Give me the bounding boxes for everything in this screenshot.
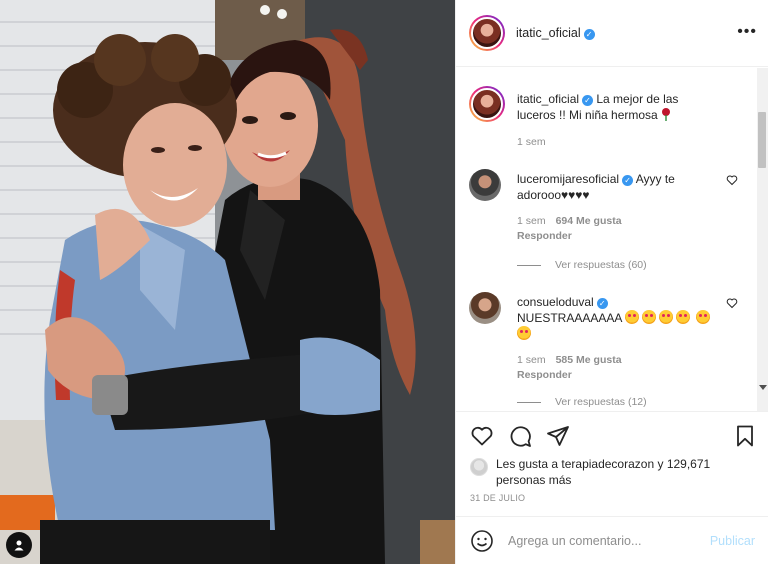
comment-meta: 1 sem 585 Me gusta [517, 354, 632, 367]
caption-time: 1 sem [517, 136, 546, 148]
view-replies-label: Ver respuestas (60) [555, 259, 647, 271]
star-struck-emoji-icon [659, 310, 674, 324]
post-header: itatic_oficial ✓ ••• [456, 0, 768, 67]
view-replies-button[interactable]: Ver respuestas (12) [517, 396, 647, 408]
scroll-down-arrow-icon[interactable] [759, 385, 767, 390]
comment-likes[interactable]: 694 Me gusta [556, 215, 622, 227]
share-icon[interactable] [546, 424, 570, 448]
comment-username[interactable]: luceromijaresoficial [517, 172, 619, 186]
commenter-avatar[interactable] [469, 169, 501, 201]
comment-item: luceromijaresoficial ✓ Ayyy te adorooo♥♥♥… [469, 169, 754, 279]
comment-meta: 1 sem 694 Me gusta [517, 215, 632, 228]
scrollbar-thumb[interactable] [758, 112, 766, 168]
liker-avatar[interactable] [470, 458, 488, 476]
verified-badge-icon: ✓ [582, 95, 594, 106]
view-replies-button[interactable]: Ver respuestas (60) [517, 259, 647, 271]
post-date[interactable]: 31 DE JULIO [470, 493, 525, 503]
likes-text: Les gusta a terapiadecorazon y 129,671 p… [496, 456, 716, 488]
reply-button[interactable]: Responder [517, 369, 572, 382]
likes-prefix: Les gusta a [496, 457, 559, 471]
caption-meta: 1 sem [517, 136, 556, 149]
like-comment-icon[interactable] [726, 174, 738, 186]
comment-time: 1 sem [517, 354, 546, 366]
emoji-picker-icon[interactable] [470, 529, 494, 553]
bookmark-icon[interactable] [733, 424, 757, 448]
user-tag-icon [14, 540, 24, 551]
comment-text: luceromijaresoficial ✓ Ayyy te adorooo♥♥♥… [517, 171, 717, 203]
comment-icon[interactable] [508, 424, 532, 448]
post-image [0, 0, 455, 564]
star-struck-emoji-icon [517, 326, 531, 340]
reply-button[interactable]: Responder [517, 230, 572, 243]
like-comment-icon[interactable] [726, 297, 738, 309]
star-struck-emoji-icon [696, 310, 711, 324]
liker-username[interactable]: terapiadecorazon [561, 457, 654, 471]
comment-username[interactable]: consueloduval [517, 295, 594, 309]
star-struck-emoji-icon [642, 310, 657, 324]
comment-likes[interactable]: 585 Me gusta [556, 354, 622, 366]
caption-avatar[interactable] [469, 86, 505, 122]
author-avatar[interactable] [469, 15, 505, 51]
post-actions: Les gusta a terapiadecorazon y 129,671 p… [456, 411, 768, 521]
rose-emoji-icon [662, 108, 671, 121]
comment-item: consueloduval ✓ NUESTRAAAAAAA 1 sem 585 Me… [469, 292, 754, 411]
verified-badge-icon: ✓ [622, 175, 634, 186]
add-comment-bar: Publicar [456, 516, 768, 564]
star-struck-emoji-icon [625, 310, 640, 324]
star-struck-emoji-icon [676, 310, 691, 324]
divider-dash [517, 264, 541, 266]
comment-text: consueloduval ✓ NUESTRAAAAAAA [517, 294, 717, 342]
verified-badge-icon: ✓ [583, 29, 595, 40]
view-replies-label: Ver respuestas (12) [555, 396, 647, 408]
heart-icon[interactable] [470, 424, 494, 448]
commenter-avatar[interactable] [469, 292, 501, 324]
post-photo[interactable] [0, 0, 455, 564]
caption-text: itatic_oficial ✓ La mejor de las luceros … [517, 91, 707, 123]
likes-summary: Les gusta a terapiadecorazon y 129,671 p… [470, 456, 716, 488]
comments-list[interactable]: itatic_oficial ✓ La mejor de las luceros … [456, 68, 768, 411]
divider-dash [517, 401, 541, 403]
likes-conjunction: y [657, 457, 664, 471]
comment-body: NUESTRAAAAAAA [517, 311, 622, 325]
comment-input[interactable] [508, 533, 688, 548]
caption-username[interactable]: itatic_oficial [517, 92, 579, 106]
user-tag-button[interactable] [6, 532, 32, 558]
publish-button[interactable]: Publicar [710, 534, 755, 548]
verified-badge-icon: ✓ [596, 298, 608, 309]
comment-time: 1 sem [517, 215, 546, 227]
more-options-button[interactable]: ••• [737, 24, 757, 40]
post-side-panel: itatic_oficial ✓ ••• itatic_oficial ✓ La m… [455, 0, 768, 564]
author-username[interactable]: itatic_oficial ✓ [516, 26, 595, 40]
